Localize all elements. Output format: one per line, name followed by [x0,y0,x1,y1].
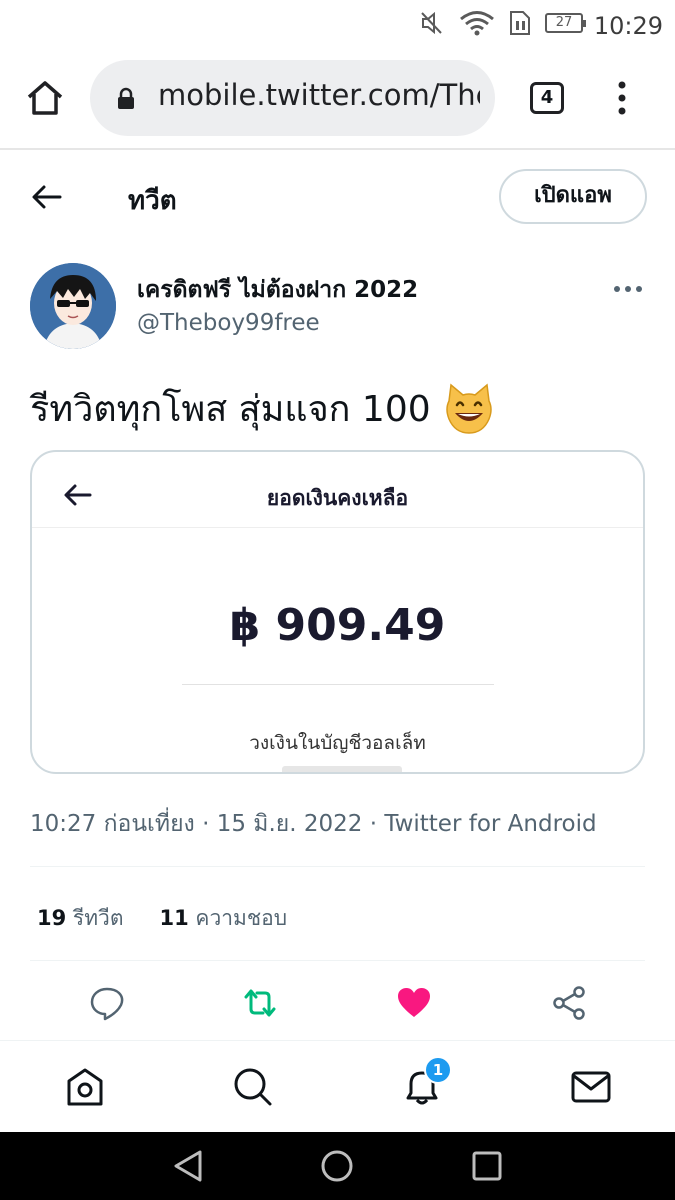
home-icon[interactable] [25,78,65,118]
back-arrow-icon[interactable] [30,182,64,212]
system-recents-icon[interactable] [469,1148,505,1184]
nav-home-icon[interactable] [64,1066,106,1108]
system-back-icon[interactable] [170,1148,206,1184]
sim-icon [510,11,530,35]
status-time: 10:29 [593,12,663,40]
tweet-timestamp: 10:27 ก่อนเที่ยง · 15 มิ.ย. 2022 · Twitt… [30,811,597,837]
browser-toolbar: mobile.twitter.com/Theboy99free/status 4 [0,50,675,150]
more-horizontal-icon[interactable] [612,282,644,296]
wifi-icon [460,11,494,36]
avatar[interactable] [30,263,116,349]
like-stat[interactable]: 11 ความชอบ [159,902,287,935]
battery-icon: 27 [545,13,586,33]
divider [30,960,645,961]
system-navigation-bar [0,1132,675,1200]
retweet-stat-label: รีทวีต [72,906,124,930]
like-icon[interactable] [396,985,432,1021]
open-app-button[interactable]: เปิดแอพ [499,169,647,224]
avatar-image [30,263,116,349]
retweet-icon[interactable] [242,985,278,1021]
tweet-header: ทวีต เปิดแอพ [0,152,675,242]
retweet-count: 19 [37,906,67,930]
media-balance-amount: ฿ 909.49 [229,600,446,651]
retweet-stat[interactable]: 19 รีทวีต [37,902,123,935]
like-stat-label: ความชอบ [195,906,288,930]
author-handle[interactable]: @Theboy99free [137,310,320,336]
media-divider [182,684,494,685]
status-icons: 27 [419,10,586,36]
tweet-stats: 19 รีทวีต 11 ความชอบ [37,902,287,935]
nav-search-icon[interactable] [232,1066,274,1108]
mute-icon [421,11,442,35]
like-count: 11 [159,906,189,930]
divider [30,866,645,867]
status-bar: 27 10:29 [0,0,675,50]
share-icon[interactable] [551,985,587,1021]
nav-messages-icon[interactable] [570,1066,612,1108]
tweet-text-content: รีทวิตทุกโพส สุ่มแจก 100 [30,389,431,430]
url-bar[interactable]: mobile.twitter.com/Theboy99free/status [90,60,495,136]
tweet-media-image[interactable]: ยอดเงินคงเหลือ ฿ 909.49 วงเงินในบัญชีวอล… [30,450,645,774]
media-cut-off-text [282,766,402,772]
tab-switcher-button[interactable]: 4 [530,82,564,114]
reply-icon[interactable] [89,985,125,1021]
url-text: mobile.twitter.com/Theboy99free/status [158,78,480,112]
media-balance-label: วงเงินในบัญชีวอลเล็ท [249,732,426,754]
tweet-text: รีทวิตทุกโพส สุ่มแจก 100 [30,380,495,437]
author-name[interactable]: เครดิตฟรี ไม่ต้องฝาก 2022 [137,272,418,308]
media-header: ยอดเงินคงเหลือ [32,452,643,528]
page-title: ทวีต [128,186,177,216]
more-vert-icon[interactable] [612,80,632,116]
system-home-icon[interactable] [319,1148,355,1184]
media-title: ยอดเงินคงเหลือ [266,486,409,510]
notification-badge: 1 [424,1056,452,1084]
smiling-cat-emoji-icon [445,383,492,434]
lock-icon [118,87,134,109]
bottom-navigation: 1 [0,1040,675,1132]
